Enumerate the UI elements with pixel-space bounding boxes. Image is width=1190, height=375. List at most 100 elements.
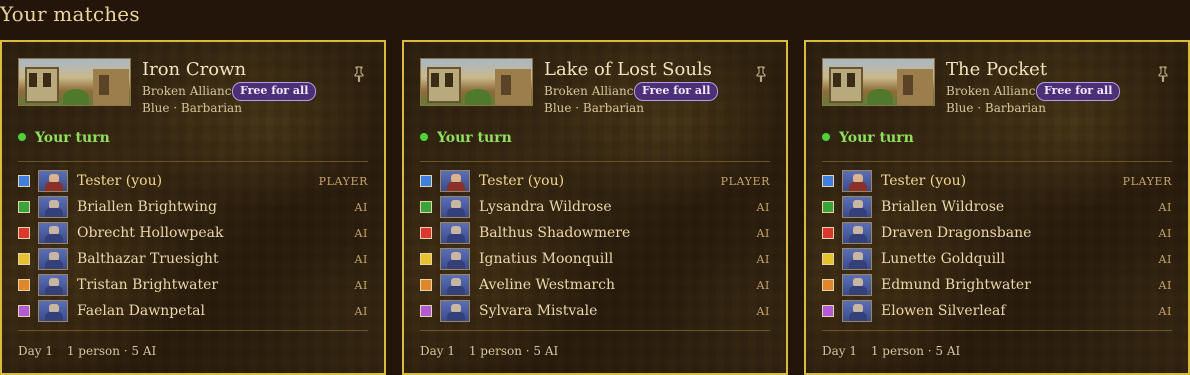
player-list: Tester (you) PLAYER Briallen Brightwing … bbox=[18, 168, 368, 324]
map-title: The Pocket bbox=[946, 59, 1048, 80]
turn-status: Your turn bbox=[420, 130, 512, 146]
hero-portrait bbox=[38, 196, 68, 218]
player-row: Briallen Brightwing AI bbox=[18, 194, 368, 220]
player-role: AI bbox=[756, 226, 770, 240]
page-title: Your matches bbox=[0, 2, 140, 26]
player-role: AI bbox=[1158, 226, 1172, 240]
player-role: AI bbox=[354, 200, 368, 214]
player-name: Draven Dragonsbane bbox=[881, 225, 1032, 241]
player-row: Sylvara Mistvale AI bbox=[420, 298, 770, 324]
hero-portrait bbox=[38, 248, 68, 270]
player-name: Ignatius Moonquill bbox=[479, 251, 614, 267]
scenario-name: Broken Alliance bbox=[544, 84, 641, 98]
scenario-name: Broken Alliance bbox=[946, 84, 1043, 98]
player-role: AI bbox=[1158, 200, 1172, 214]
player-role: PLAYER bbox=[318, 174, 368, 188]
player-row: Elowen Silverleaf AI bbox=[822, 298, 1172, 324]
hero-portrait bbox=[38, 300, 68, 322]
player-row: Draven Dragonsbane AI bbox=[822, 220, 1172, 246]
player-color-swatch bbox=[18, 175, 30, 187]
player-name: Aveline Westmarch bbox=[479, 277, 615, 293]
player-name: Lysandra Wildrose bbox=[479, 199, 612, 215]
faction-info: Blue · Barbarian bbox=[544, 101, 644, 115]
player-name: Balthus Shadowmere bbox=[479, 225, 631, 241]
hero-portrait bbox=[842, 196, 872, 218]
hero-portrait bbox=[440, 300, 470, 322]
player-row: Briallen Wildrose AI bbox=[822, 194, 1172, 220]
hero-portrait bbox=[440, 222, 470, 244]
pin-icon[interactable] bbox=[352, 66, 366, 83]
player-role: AI bbox=[756, 278, 770, 292]
player-row: Aveline Westmarch AI bbox=[420, 272, 770, 298]
match-card[interactable]: Lake of Lost Souls Broken Alliance Free … bbox=[402, 40, 788, 375]
hero-portrait bbox=[440, 170, 470, 192]
player-color-swatch bbox=[822, 175, 834, 187]
player-name: Elowen Silverleaf bbox=[881, 303, 1006, 319]
pin-icon[interactable] bbox=[1156, 66, 1170, 83]
pin-icon[interactable] bbox=[754, 66, 768, 83]
hero-portrait bbox=[38, 274, 68, 296]
player-row: Ignatius Moonquill AI bbox=[420, 246, 770, 272]
player-color-swatch bbox=[822, 305, 834, 317]
player-row: Tester (you) PLAYER bbox=[18, 168, 368, 194]
card-footer: Day 1 1 person · 5 AI bbox=[420, 344, 558, 358]
player-name: Tester (you) bbox=[881, 173, 967, 189]
player-list: Tester (you) PLAYER Lysandra Wildrose AI… bbox=[420, 168, 770, 324]
player-row: Balthus Shadowmere AI bbox=[420, 220, 770, 246]
hero-portrait bbox=[38, 170, 68, 192]
player-color-swatch bbox=[420, 253, 432, 265]
player-row: Tester (you) PLAYER bbox=[822, 168, 1172, 194]
player-role: PLAYER bbox=[720, 174, 770, 188]
faction-info: Blue · Barbarian bbox=[946, 101, 1046, 115]
player-summary: 1 person · 5 AI bbox=[66, 344, 157, 358]
player-name: Obrecht Hollowpeak bbox=[77, 225, 224, 241]
turn-indicator-dot bbox=[822, 133, 830, 141]
hero-portrait bbox=[440, 196, 470, 218]
player-role: PLAYER bbox=[1122, 174, 1172, 188]
player-role: AI bbox=[354, 304, 368, 318]
map-thumbnail bbox=[420, 58, 533, 106]
divider bbox=[18, 161, 368, 162]
player-row: Tristan Brightwater AI bbox=[18, 272, 368, 298]
player-row: Lysandra Wildrose AI bbox=[420, 194, 770, 220]
player-color-swatch bbox=[822, 227, 834, 239]
card-footer: Day 1 1 person · 5 AI bbox=[18, 344, 156, 358]
player-list: Tester (you) PLAYER Briallen Wildrose AI… bbox=[822, 168, 1172, 324]
player-color-swatch bbox=[822, 253, 834, 265]
player-summary: 1 person · 5 AI bbox=[870, 344, 961, 358]
hero-portrait bbox=[38, 222, 68, 244]
match-card[interactable]: The Pocket Broken Alliance Free for all … bbox=[804, 40, 1190, 375]
player-name: Edmund Brightwater bbox=[881, 277, 1031, 293]
turn-indicator-dot bbox=[18, 133, 26, 141]
hero-portrait bbox=[440, 248, 470, 270]
player-name: Sylvara Mistvale bbox=[479, 303, 598, 319]
player-name: Lunette Goldquill bbox=[881, 251, 1006, 267]
player-color-swatch bbox=[18, 201, 30, 213]
player-name: Tester (you) bbox=[77, 173, 163, 189]
player-row: Faelan Dawnpetal AI bbox=[18, 298, 368, 324]
game-mode-badge: Free for all bbox=[634, 82, 719, 101]
player-role: AI bbox=[354, 226, 368, 240]
player-name: Tristan Brightwater bbox=[77, 277, 219, 293]
match-card[interactable]: Iron Crown Broken Alliance Free for all … bbox=[0, 40, 386, 375]
player-name: Briallen Wildrose bbox=[881, 199, 1005, 215]
player-name: Balthazar Truesight bbox=[77, 251, 219, 267]
turn-status: Your turn bbox=[18, 130, 110, 146]
player-color-swatch bbox=[420, 279, 432, 291]
player-color-swatch bbox=[18, 253, 30, 265]
player-color-swatch bbox=[18, 227, 30, 239]
player-name: Tester (you) bbox=[479, 173, 565, 189]
player-row: Edmund Brightwater AI bbox=[822, 272, 1172, 298]
player-row: Balthazar Truesight AI bbox=[18, 246, 368, 272]
divider bbox=[420, 330, 770, 331]
hero-portrait bbox=[842, 300, 872, 322]
player-role: AI bbox=[1158, 252, 1172, 266]
player-role: AI bbox=[1158, 304, 1172, 318]
map-title: Lake of Lost Souls bbox=[544, 59, 712, 80]
hero-portrait bbox=[842, 170, 872, 192]
turn-label: Your turn bbox=[839, 130, 914, 146]
day-counter: Day 1 bbox=[822, 344, 858, 358]
scenario-name: Broken Alliance bbox=[142, 84, 239, 98]
player-color-swatch bbox=[822, 279, 834, 291]
day-counter: Day 1 bbox=[420, 344, 456, 358]
